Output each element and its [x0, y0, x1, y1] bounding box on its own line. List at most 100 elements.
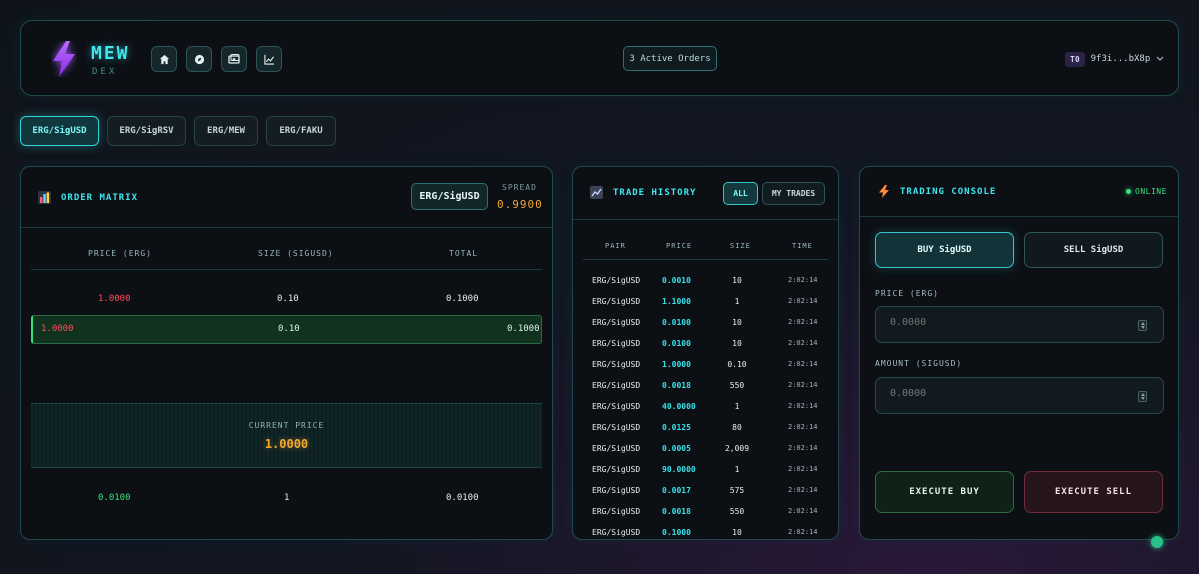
trade-size: 550 — [729, 381, 745, 390]
connection-status: ONLINE — [1126, 187, 1167, 196]
ask-size: 0.10 — [278, 324, 300, 334]
pair-tab-erg-faku[interactable]: ERG/FAKU — [266, 116, 336, 146]
filter-all-button[interactable]: ALL — [723, 182, 758, 205]
pair-tab-erg-sigrsv[interactable]: ERG/SigRSV — [107, 116, 186, 146]
trade-history-title: TRADE HISTORY — [613, 188, 697, 198]
amount-input[interactable] — [890, 388, 1120, 399]
pair-tab-erg-mew[interactable]: ERG/MEW — [194, 116, 258, 146]
trade-row[interactable]: ERG/SigUSD 0.0100 10 2:02:14 — [573, 312, 838, 333]
trade-price: 0.0010 — [662, 276, 691, 285]
trade-row[interactable]: ERG/SigUSD 0.0125 80 2:02:14 — [573, 417, 838, 438]
column-divider — [31, 269, 542, 270]
trade-size: 1 — [734, 465, 740, 474]
column-header-pair: PAIR — [605, 242, 626, 250]
sell-tab-button[interactable]: SELL SigUSD — [1024, 232, 1163, 268]
top-header: MEW DEX 3 Active Orders T0 9f3i...bX8p — [20, 20, 1179, 96]
price-label: PRICE (ERG) — [875, 289, 939, 298]
trade-row[interactable]: ERG/SigUSD 90.0000 1 2:02:14 — [573, 459, 838, 480]
column-header-price: PRICE — [666, 242, 693, 250]
trade-pair: ERG/SigUSD — [592, 360, 641, 369]
trading-console-title: TRADING CONSOLE — [900, 187, 997, 197]
trade-time: 2:02:14 — [788, 318, 818, 326]
active-orders-button[interactable]: 3 Active Orders — [623, 46, 717, 71]
trade-size: 575 — [729, 486, 745, 495]
trade-size: 10 — [732, 339, 742, 348]
portfolio-button[interactable] — [221, 46, 247, 72]
wallet-menu[interactable]: T0 9f3i...bX8p — [1065, 50, 1164, 68]
amount-field[interactable] — [875, 377, 1164, 414]
trade-price: 0.0100 — [662, 318, 691, 327]
trade-price: 1.1000 — [662, 297, 691, 306]
lightning-logo-icon — [53, 41, 75, 77]
charts-button[interactable] — [256, 46, 282, 72]
trade-size: 1 — [734, 297, 740, 306]
order-matrix-panel: ORDER MATRIX ERG/SigUSD SPREAD 0.9900 PR… — [20, 166, 553, 540]
amount-label: AMOUNT (SIGUSD) — [875, 359, 963, 368]
bid-total: 0.0100 — [446, 493, 479, 503]
order-matrix-title: ORDER MATRIX — [61, 193, 139, 203]
bid-price: 0.0100 — [98, 493, 131, 503]
ask-row[interactable]: 1.0000 0.10 0.1000 — [21, 294, 552, 308]
trade-size: 10 — [732, 528, 742, 537]
chart-icon — [263, 54, 274, 65]
pair-tab-erg-sigusd[interactable]: ERG/SigUSD — [20, 116, 99, 146]
trade-history-panel: TRADE HISTORY ALL MY TRADES PAIR PRICE S… — [572, 166, 839, 540]
status-label: ONLINE — [1135, 187, 1167, 196]
price-input[interactable] — [890, 317, 1120, 328]
trade-row[interactable]: ERG/SigUSD 1.1000 1 2:02:14 — [573, 291, 838, 312]
trade-price: 0.0125 — [662, 423, 691, 432]
home-button[interactable] — [151, 46, 177, 72]
column-header-time: TIME — [792, 242, 813, 250]
trade-price: 40.0000 — [662, 402, 696, 411]
trade-pair: ERG/SigUSD — [592, 339, 641, 348]
highlighted-order-row[interactable]: 1.0000 0.10 0.1000 — [31, 315, 542, 344]
trade-pair: ERG/SigUSD — [592, 423, 641, 432]
trade-row[interactable]: ERG/SigUSD 1.0000 0.10 2:02:14 — [573, 354, 838, 375]
column-header-price: PRICE (ERG) — [88, 249, 152, 258]
trade-row[interactable]: ERG/SigUSD 0.0017 575 2:02:14 — [573, 480, 838, 501]
chevron-down-icon — [1156, 56, 1164, 61]
home-icon — [159, 54, 169, 64]
ask-total: 0.1000 — [507, 324, 540, 334]
floating-status-dot[interactable] — [1151, 536, 1163, 548]
price-stepper[interactable] — [1138, 320, 1147, 331]
column-header-size: SIZE — [730, 242, 751, 250]
logo-title: MEW — [91, 43, 130, 64]
bid-row[interactable]: 0.0100 1 0.0100 — [21, 493, 552, 507]
trade-row[interactable]: ERG/SigUSD 0.0018 550 2:02:14 — [573, 375, 838, 396]
amount-stepper[interactable] — [1138, 391, 1147, 402]
ask-total: 0.1000 — [446, 294, 479, 304]
spread-value: 0.9900 — [497, 198, 543, 211]
trend-chart-icon — [590, 186, 603, 199]
trade-pair: ERG/SigUSD — [592, 381, 641, 390]
header-divider — [21, 227, 552, 228]
buy-tab-button[interactable]: BUY SigUSD — [875, 232, 1014, 268]
trade-pair: ERG/SigUSD — [592, 507, 641, 516]
status-dot-icon — [1126, 189, 1131, 194]
trade-size: 550 — [729, 507, 745, 516]
trade-row[interactable]: ERG/SigUSD 0.0005 2,009 2:02:14 — [573, 438, 838, 459]
execute-sell-button[interactable]: EXECUTE SELL — [1024, 471, 1163, 513]
bid-size: 1 — [284, 493, 290, 503]
trade-size: 80 — [732, 423, 742, 432]
trade-row[interactable]: ERG/SigUSD 40.0000 1 2:02:14 — [573, 396, 838, 417]
trade-row[interactable]: ERG/SigUSD 0.0018 550 2:02:14 — [573, 501, 838, 522]
bar-chart-icon — [38, 191, 51, 204]
filter-my-trades-button[interactable]: MY TRADES — [762, 182, 825, 205]
trade-row[interactable]: ERG/SigUSD 0.0010 10 2:02:14 — [573, 270, 838, 291]
trade-pair: ERG/SigUSD — [592, 486, 641, 495]
trade-time: 2:02:14 — [788, 297, 818, 305]
execute-buy-button[interactable]: EXECUTE BUY — [875, 471, 1014, 513]
header-divider — [860, 216, 1178, 217]
price-field[interactable] — [875, 306, 1164, 343]
trade-time: 2:02:14 — [788, 465, 818, 473]
trade-size: 10 — [732, 276, 742, 285]
trade-size: 2,009 — [724, 444, 750, 453]
trade-row[interactable]: ERG/SigUSD 0.0100 10 2:02:14 — [573, 333, 838, 354]
trading-console-panel: TRADING CONSOLE ONLINE BUY SigUSD SELL S… — [859, 166, 1179, 540]
trade-price: 1.0000 — [662, 360, 691, 369]
trade-row[interactable]: ERG/SigUSD 0.1000 10 2:02:14 — [573, 522, 838, 539]
current-price-value: 1.0000 — [264, 437, 309, 451]
explore-button[interactable] — [186, 46, 212, 72]
trade-pair: ERG/SigUSD — [592, 276, 641, 285]
